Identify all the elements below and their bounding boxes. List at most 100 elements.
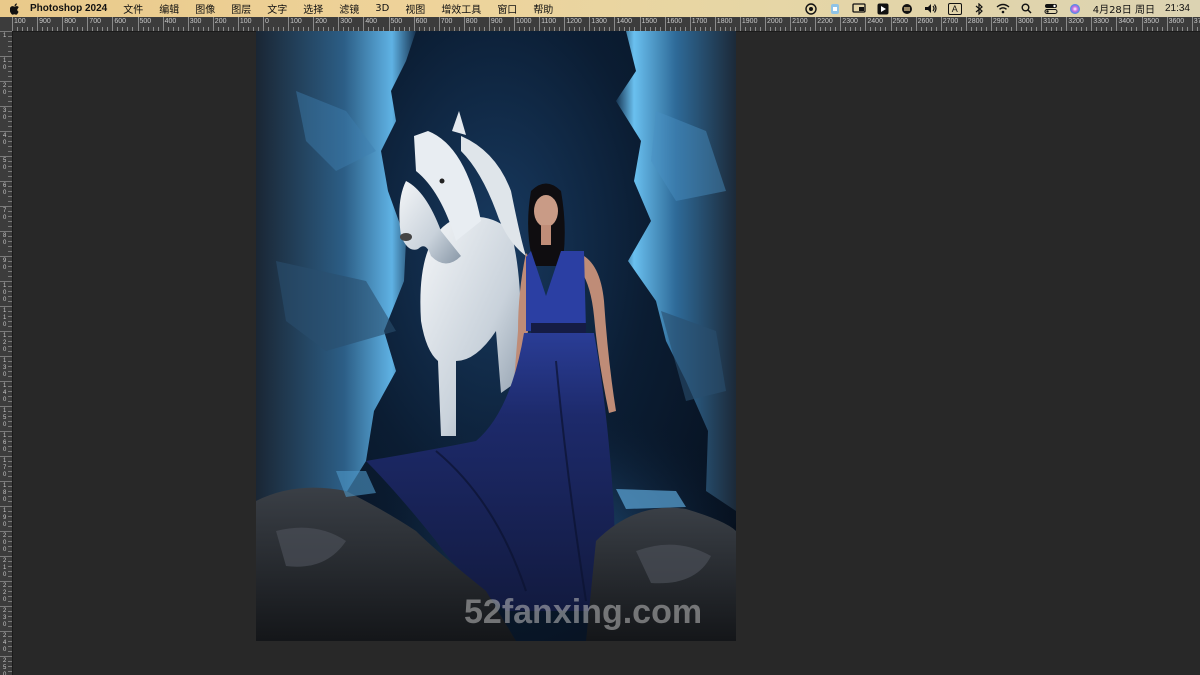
ruler-minor-tick — [8, 101, 12, 102]
ruler-minor-tick — [795, 27, 797, 31]
ruler-minor-tick — [975, 27, 977, 31]
ruler-minor-tick — [92, 27, 94, 31]
ruler-minor-tick — [1171, 27, 1173, 31]
ruler-minor-tick — [759, 27, 761, 31]
ruler-minor-tick — [117, 27, 119, 31]
menu-view[interactable]: 视图 — [405, 1, 425, 16]
ruler-minor-tick — [8, 201, 12, 202]
ruler-minor-tick — [955, 27, 957, 31]
ruler-tick — [0, 556, 12, 557]
ruler-minor-tick — [925, 27, 927, 31]
ruler-label: 2900 — [992, 18, 1009, 25]
finder-ext-icon[interactable] — [823, 0, 847, 17]
ruler-tick — [589, 17, 591, 31]
ruler-minor-tick — [207, 27, 209, 31]
ruler-minor-tick — [875, 27, 877, 31]
ruler-tick — [1166, 17, 1168, 31]
wifi-icon[interactable] — [991, 0, 1015, 17]
ruler-label: 900 — [490, 18, 503, 25]
ruler-minor-tick — [985, 27, 987, 31]
ruler-tick — [965, 17, 967, 31]
ruler-label: 3600 — [1168, 18, 1185, 25]
menu-window[interactable]: 窗口 — [497, 1, 517, 16]
ruler-minor-tick — [855, 27, 857, 31]
menu-layer[interactable]: 图层 — [231, 1, 251, 16]
ruler-minor-tick — [1111, 27, 1113, 31]
ruler-tick — [0, 406, 12, 407]
ruler-minor-tick — [1186, 27, 1188, 31]
ruler-minor-tick — [197, 27, 199, 31]
bluetooth-icon[interactable] — [967, 0, 991, 17]
ruler-label: 1200 — [566, 18, 582, 25]
ruler-tick — [488, 17, 490, 31]
ruler-label: 3400 — [1118, 18, 1134, 25]
ruler-tick — [915, 17, 917, 31]
screen-mirror-icon[interactable] — [847, 0, 871, 17]
ruler-minor-tick — [47, 27, 49, 31]
search-icon[interactable] — [1015, 0, 1039, 17]
ruler-minor-tick — [970, 27, 972, 31]
ruler-minor-tick — [825, 27, 827, 31]
app-menu[interactable]: Photoshop 2024 — [30, 3, 107, 14]
ruler-minor-tick — [1010, 27, 1012, 31]
ruler-minor-tick — [850, 27, 852, 31]
ruler-label: 2400 — [867, 18, 883, 25]
ruler-label: 3500 — [1143, 18, 1160, 25]
menu-select[interactable]: 选择 — [303, 1, 323, 16]
menu-type[interactable]: 文字 — [267, 1, 287, 16]
menu-file[interactable]: 文件 — [123, 1, 143, 16]
ruler-tick — [0, 106, 12, 107]
ruler-minor-tick — [107, 27, 109, 31]
media-icon[interactable] — [871, 0, 895, 17]
ruler-minor-tick — [8, 226, 12, 227]
ruler-minor-tick — [810, 27, 812, 31]
volume-icon[interactable] — [919, 0, 943, 17]
menu-image[interactable]: 图像 — [195, 1, 215, 16]
ruler-tick — [1091, 17, 1093, 31]
ruler-minor-tick — [192, 27, 194, 31]
siri-icon[interactable] — [1063, 0, 1087, 17]
vertical-ruler[interactable]: 1 1 0 2 0 3 0 4 0 5 0 6 0 7 0 8 0 9 0 1 0 0 1 1 0 1 … — [0, 31, 13, 675]
menu-filter[interactable]: 滤镜 — [339, 1, 359, 16]
ruler-minor-tick — [57, 27, 59, 31]
ruler-minor-tick — [1126, 27, 1128, 31]
control-center-icon[interactable] — [1039, 0, 1063, 17]
creative-cloud-icon[interactable] — [799, 0, 823, 17]
ruler-minor-tick — [1086, 27, 1088, 31]
ruler-minor-tick — [132, 27, 134, 31]
ruler-tick — [62, 17, 64, 31]
document-canvas[interactable]: 52fanxing.com — [256, 31, 736, 641]
menu-3d[interactable]: 3D — [375, 3, 389, 14]
ruler-tick — [1191, 17, 1193, 31]
ruler-minor-tick — [1000, 27, 1002, 31]
ruler-minor-tick — [77, 27, 79, 31]
ruler-minor-tick — [52, 27, 54, 31]
ruler-label: 1 4 0 — [3, 383, 7, 403]
ruler-minor-tick — [830, 27, 832, 31]
date-label[interactable]: 4月28日 周日 — [1093, 1, 1155, 16]
ruler-minor-tick — [1146, 27, 1148, 31]
ruler-label: 800 — [465, 18, 478, 25]
ruler-minor-tick — [1096, 27, 1098, 31]
ruler-tick — [0, 431, 12, 432]
time-label[interactable]: 21:34 — [1165, 3, 1190, 14]
ruler-minor-tick — [1071, 27, 1073, 31]
ruler-label: 1900 — [741, 18, 758, 25]
sync-icon[interactable] — [895, 0, 919, 17]
menu-help[interactable]: 帮助 — [533, 1, 553, 16]
ruler-tick — [288, 17, 290, 31]
input-method-icon[interactable]: A — [943, 0, 967, 17]
horizontal-ruler[interactable]: 100 900 800 700 600 500 400 300 200 100 0 100 200 300… — [12, 17, 1200, 32]
ruler-label: 2200 — [817, 18, 833, 25]
apple-menu[interactable] — [0, 2, 30, 15]
menu-plugins[interactable]: 增效工具 — [441, 1, 481, 16]
ruler-minor-tick — [8, 76, 12, 77]
ruler-minor-tick — [8, 46, 12, 47]
ruler-minor-tick — [1196, 27, 1198, 31]
apple-logo-icon — [10, 2, 19, 15]
menu-edit[interactable]: 编辑 — [159, 1, 179, 16]
ruler-minor-tick — [749, 27, 751, 31]
ruler-minor-tick — [785, 27, 787, 31]
ruler-tick — [162, 17, 164, 31]
ruler-tick — [137, 17, 139, 31]
